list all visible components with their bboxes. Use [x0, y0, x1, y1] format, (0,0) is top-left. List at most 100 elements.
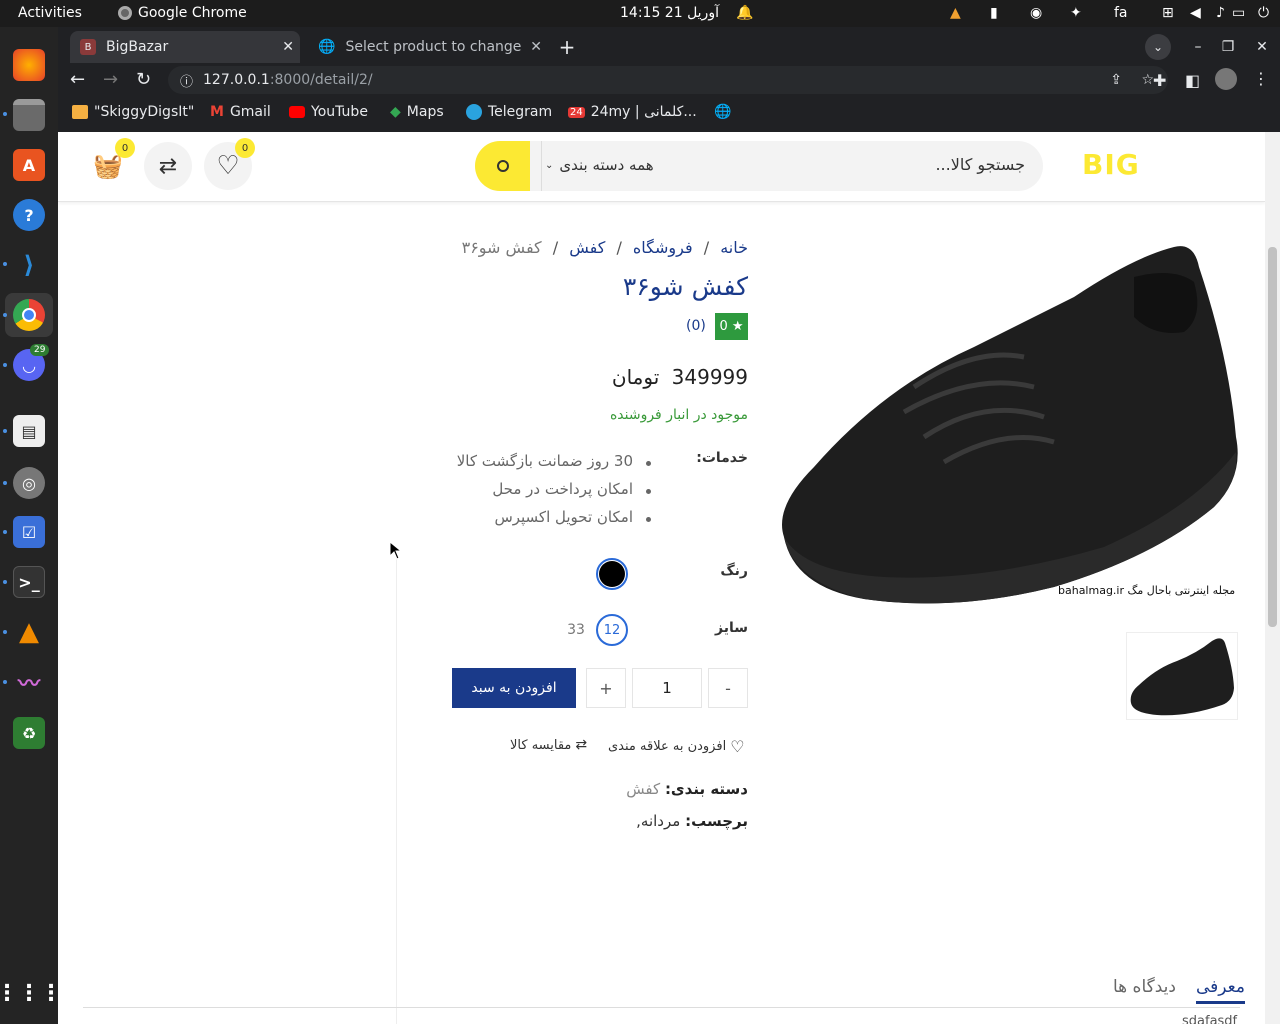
show-apps-grid-icon[interactable]: ⋮⋮⋮ — [0, 977, 62, 1009]
side-panel-icon[interactable]: ◧ — [1185, 71, 1200, 90]
help-icon[interactable]: ? — [13, 199, 45, 231]
breadcrumb-home[interactable]: خانه — [720, 238, 748, 257]
volume-icon[interactable]: ◀ — [1190, 5, 1201, 21]
product-thumbnail[interactable] — [1126, 632, 1238, 720]
color-swatch-black[interactable] — [596, 558, 628, 590]
wishlist-link-label: افزودن به علاقه مندی — [608, 739, 727, 754]
compare-button[interactable]: ⇄ — [144, 142, 192, 190]
vlc-icon[interactable]: ▲ — [13, 616, 45, 648]
network-icon[interactable]: ⊞ — [1162, 5, 1174, 21]
running-indicator — [3, 363, 7, 367]
compare-link[interactable]: ⇄ مقایسه کالا — [510, 737, 587, 753]
scrollbar-thumb[interactable] — [1268, 247, 1277, 627]
product-main-image[interactable] — [774, 237, 1239, 607]
keyboard-layout[interactable]: fa — [1114, 5, 1128, 21]
close-tab-icon[interactable]: ✕ — [282, 39, 294, 55]
cart-count-badge: 0 — [115, 138, 135, 158]
review-count[interactable]: (0) — [686, 318, 706, 334]
bookmark-globe[interactable]: 🌐 — [714, 104, 731, 120]
activities-button[interactable]: Activities — [18, 5, 82, 21]
minimize-button[interactable]: – — [1188, 31, 1208, 63]
notification-bell-icon[interactable]: 🔔 — [736, 5, 753, 21]
search-input[interactable]: جستجو کالا... — [935, 155, 1025, 174]
breadcrumb-category[interactable]: کفش — [569, 238, 605, 257]
app-tray-icon[interactable]: ✦ — [1070, 5, 1082, 21]
address-bar[interactable]: ⓘ 127.0.0.1 :8000/detail/2/ ⇪ ☆ — [168, 66, 1168, 94]
vlc-tray-icon[interactable]: ▲ — [950, 5, 961, 21]
quantity-increase-button[interactable]: + — [586, 668, 626, 708]
product-tags: برچسب: مردانه, — [498, 812, 748, 830]
clock[interactable]: 14:15 21 آوریل — [620, 5, 719, 21]
bookmark-maps[interactable]: ◆ Maps — [390, 104, 444, 120]
os-top-bar: Activities Google Chrome 14:15 21 آوریل … — [0, 0, 1280, 27]
tag-meta-link[interactable]: مردانه, — [636, 812, 680, 830]
add-to-cart-button[interactable]: افزودن به سبد — [452, 668, 576, 708]
discord-tray-icon[interactable]: ◉ — [1030, 5, 1042, 21]
category-select[interactable]: همه دسته بندی ⌄ — [545, 156, 654, 174]
category-meta-link[interactable]: کفش — [626, 780, 660, 798]
service-item: امکان تحویل اکسپرس — [494, 508, 633, 526]
add-to-wishlist-link[interactable]: ♡ افزودن به علاقه مندی — [608, 737, 745, 756]
site-logo[interactable]: BIG — [1082, 148, 1140, 181]
profile-avatar[interactable] — [1215, 68, 1237, 90]
wishlist-count-badge: 0 — [235, 138, 255, 158]
size-label: سایز — [715, 620, 748, 636]
image-watermark-caption: مجله اینترنتی باحال مگ bahalmag.ir — [1058, 584, 1236, 597]
bookmark-label: 24my | کلمانی... — [590, 104, 697, 120]
firefox-icon[interactable] — [13, 49, 45, 81]
search-button[interactable] — [475, 141, 530, 191]
battery-icon[interactable]: ▭ — [1232, 5, 1245, 21]
tab-intro[interactable]: معرفی — [1196, 977, 1245, 1004]
tab-admin[interactable]: 🌐 Select product to change ✕ — [308, 31, 548, 63]
tab-search-button[interactable]: ⌄ — [1145, 34, 1171, 60]
share-icon[interactable]: ⇪ — [1110, 72, 1122, 88]
vscode-icon[interactable]: ⟩ — [13, 249, 45, 281]
running-indicator — [3, 630, 7, 634]
bookmark-gmail[interactable]: M Gmail — [210, 104, 271, 120]
tab-bigbazar[interactable]: B BigBazar ✕ — [70, 31, 300, 63]
microphone-icon[interactable]: ♪ — [1216, 5, 1225, 21]
camera-tray-icon[interactable]: ▮ — [990, 5, 998, 21]
bookmark-youtube[interactable]: YouTube — [289, 104, 368, 120]
restore-button[interactable]: ❐ — [1218, 31, 1238, 63]
bookmark-label: Maps — [406, 104, 444, 120]
tab-title: BigBazar — [106, 39, 169, 55]
size-option[interactable]: 33 — [561, 614, 591, 646]
chrome-dock-icon[interactable] — [13, 299, 45, 331]
trash-icon[interactable]: ♻ — [13, 717, 45, 749]
chrome-menu-icon[interactable]: ⋮ — [1253, 69, 1269, 88]
files-icon[interactable] — [13, 99, 45, 131]
bookmark-24my[interactable]: 24 24my | کلمانی... — [568, 104, 697, 120]
tasks-icon[interactable]: ☑ — [13, 516, 45, 548]
app-menu[interactable]: Google Chrome — [118, 5, 247, 21]
shuffle-icon: ⇄ — [575, 737, 588, 753]
running-indicator — [3, 262, 7, 266]
kali-icon[interactable]: 〰 — [13, 666, 45, 698]
disk-icon[interactable]: ◎ — [13, 467, 45, 499]
power-icon[interactable]: ⏻ — [1258, 5, 1269, 21]
software-icon[interactable]: A — [13, 149, 45, 181]
page-scrollbar[interactable] — [1265, 132, 1280, 1024]
tab-reviews[interactable]: دیدگاه ها — [1113, 977, 1176, 997]
quantity-decrease-button[interactable]: - — [708, 668, 748, 708]
bookmark-folder-skiggy[interactable]: "SkiggyDigsIt" — [72, 104, 194, 120]
terminal-icon[interactable]: >_ — [13, 566, 45, 598]
size-option-selected[interactable]: 12 — [596, 614, 628, 646]
forward-icon[interactable]: → — [103, 69, 118, 90]
document-viewer-icon[interactable]: ▤ — [13, 415, 45, 447]
price-currency: تومان — [611, 365, 660, 389]
site-header: BIG جستجو کالا... همه دسته بندی ⌄ ♡ 0 ⇄ 🧺… — [58, 132, 1265, 202]
url-path: :8000/detail/2/ — [269, 72, 373, 88]
bookmark-telegram[interactable]: Telegram — [466, 104, 552, 120]
site-info-icon[interactable]: ⓘ — [180, 71, 193, 90]
reload-icon[interactable]: ↻ — [136, 69, 151, 90]
extensions-icon[interactable]: ✚ — [1153, 71, 1166, 90]
shoe-thumbnail — [1130, 638, 1234, 716]
new-tab-button[interactable]: + — [554, 31, 580, 63]
back-icon[interactable]: ← — [70, 69, 85, 90]
quantity-input[interactable]: 1 — [632, 668, 702, 708]
close-tab-icon[interactable]: ✕ — [530, 39, 542, 55]
close-window-button[interactable]: ✕ — [1252, 31, 1272, 63]
discord-badge: 29 — [30, 344, 50, 356]
breadcrumb-shop[interactable]: فروشگاه — [633, 238, 693, 257]
